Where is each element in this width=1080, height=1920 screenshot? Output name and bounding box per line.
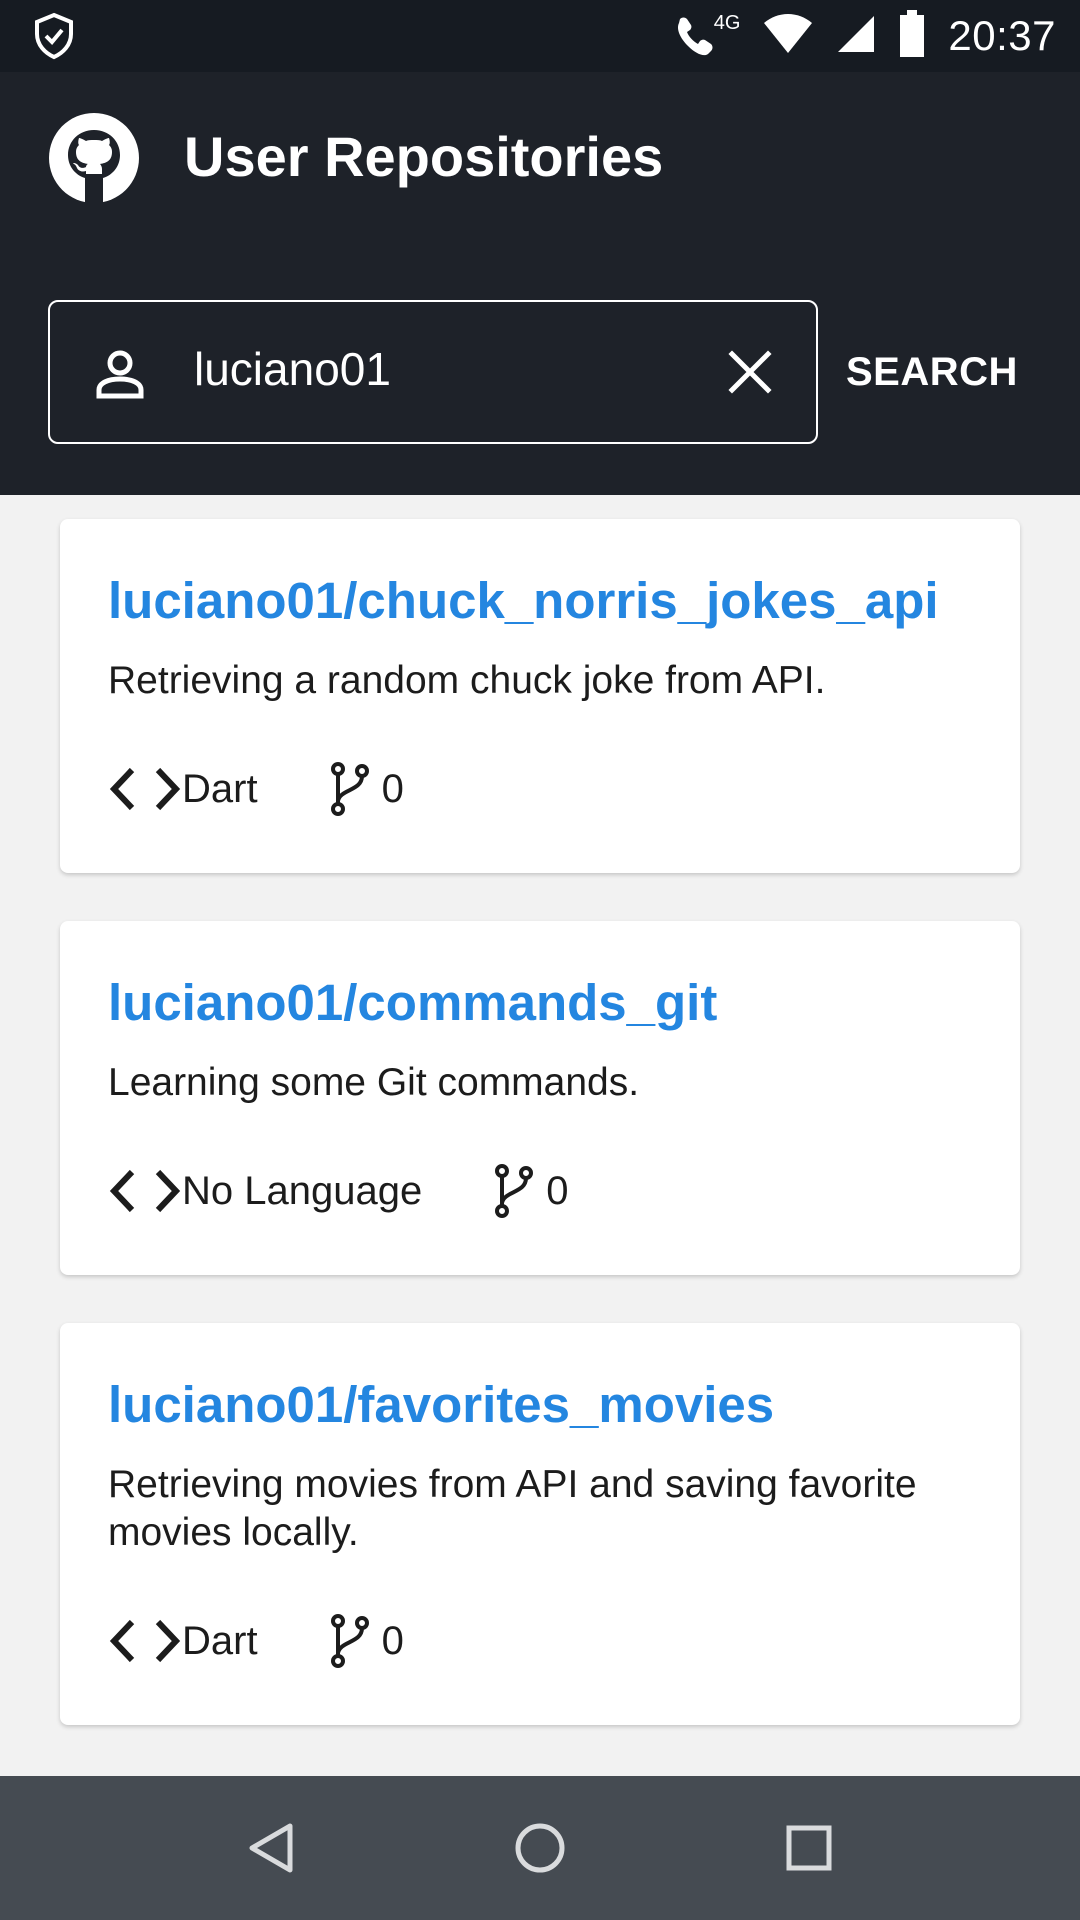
user-icon	[94, 348, 146, 405]
page-title: User Repositories	[184, 125, 664, 188]
fork-icon	[328, 1613, 372, 1669]
fork-icon	[328, 761, 372, 817]
repo-language: No Language	[182, 1168, 423, 1213]
battery-icon	[898, 9, 926, 63]
repo-description: Retrieving movies from API and saving fa…	[108, 1463, 917, 1554]
repo-meta: No Language 0	[108, 1163, 568, 1219]
search-button[interactable]: SEARCH	[846, 350, 1018, 395]
repo-card[interactable]: luciano01/commands_git Learning some Git…	[60, 921, 1020, 1275]
fork-icon	[492, 1163, 536, 1219]
back-icon[interactable]	[244, 1820, 300, 1876]
home-icon[interactable]	[512, 1820, 568, 1876]
search-field[interactable]: luciano01	[48, 300, 818, 444]
wifi-call-icon	[672, 9, 720, 64]
app-bar: User Repositories luciano01 SEARCH	[0, 72, 1080, 495]
clock: 20:37	[948, 12, 1056, 59]
signal-icon	[836, 14, 876, 59]
repo-forks: 0	[546, 1168, 569, 1213]
repo-forks: 0	[381, 1618, 404, 1663]
repo-name[interactable]: luciano01/commands_git	[108, 973, 717, 1032]
repo-name[interactable]: luciano01/favorites_movies	[108, 1375, 774, 1434]
repo-language: Dart	[182, 766, 258, 811]
repo-card[interactable]: luciano01/chuck_norris_jokes_api Retriev…	[60, 519, 1020, 873]
close-icon[interactable]	[726, 348, 774, 401]
code-icon	[108, 764, 182, 814]
search-input[interactable]: luciano01	[194, 342, 391, 396]
code-icon	[108, 1616, 182, 1666]
status-bar: 4G 20:37	[0, 0, 1080, 72]
code-icon	[108, 1166, 182, 1216]
network-type-label: 4G	[713, 11, 741, 34]
wifi-icon	[762, 13, 814, 60]
repo-name[interactable]: luciano01/chuck_norris_jokes_api	[108, 571, 939, 630]
repo-meta: Dart 0	[108, 761, 404, 817]
repo-language: Dart	[182, 1618, 258, 1663]
github-icon	[48, 112, 140, 209]
repo-meta: Dart 0	[108, 1613, 404, 1669]
repo-description: Retrieving a random chuck joke from API.	[108, 659, 826, 702]
system-nav-bar	[0, 1776, 1080, 1920]
shield-check-icon	[32, 12, 76, 65]
repo-card[interactable]: luciano01/favorites_movies Retrieving mo…	[60, 1323, 1020, 1725]
recents-icon[interactable]	[781, 1820, 837, 1876]
repo-forks: 0	[381, 766, 404, 811]
repo-description: Learning some Git commands.	[108, 1061, 640, 1104]
